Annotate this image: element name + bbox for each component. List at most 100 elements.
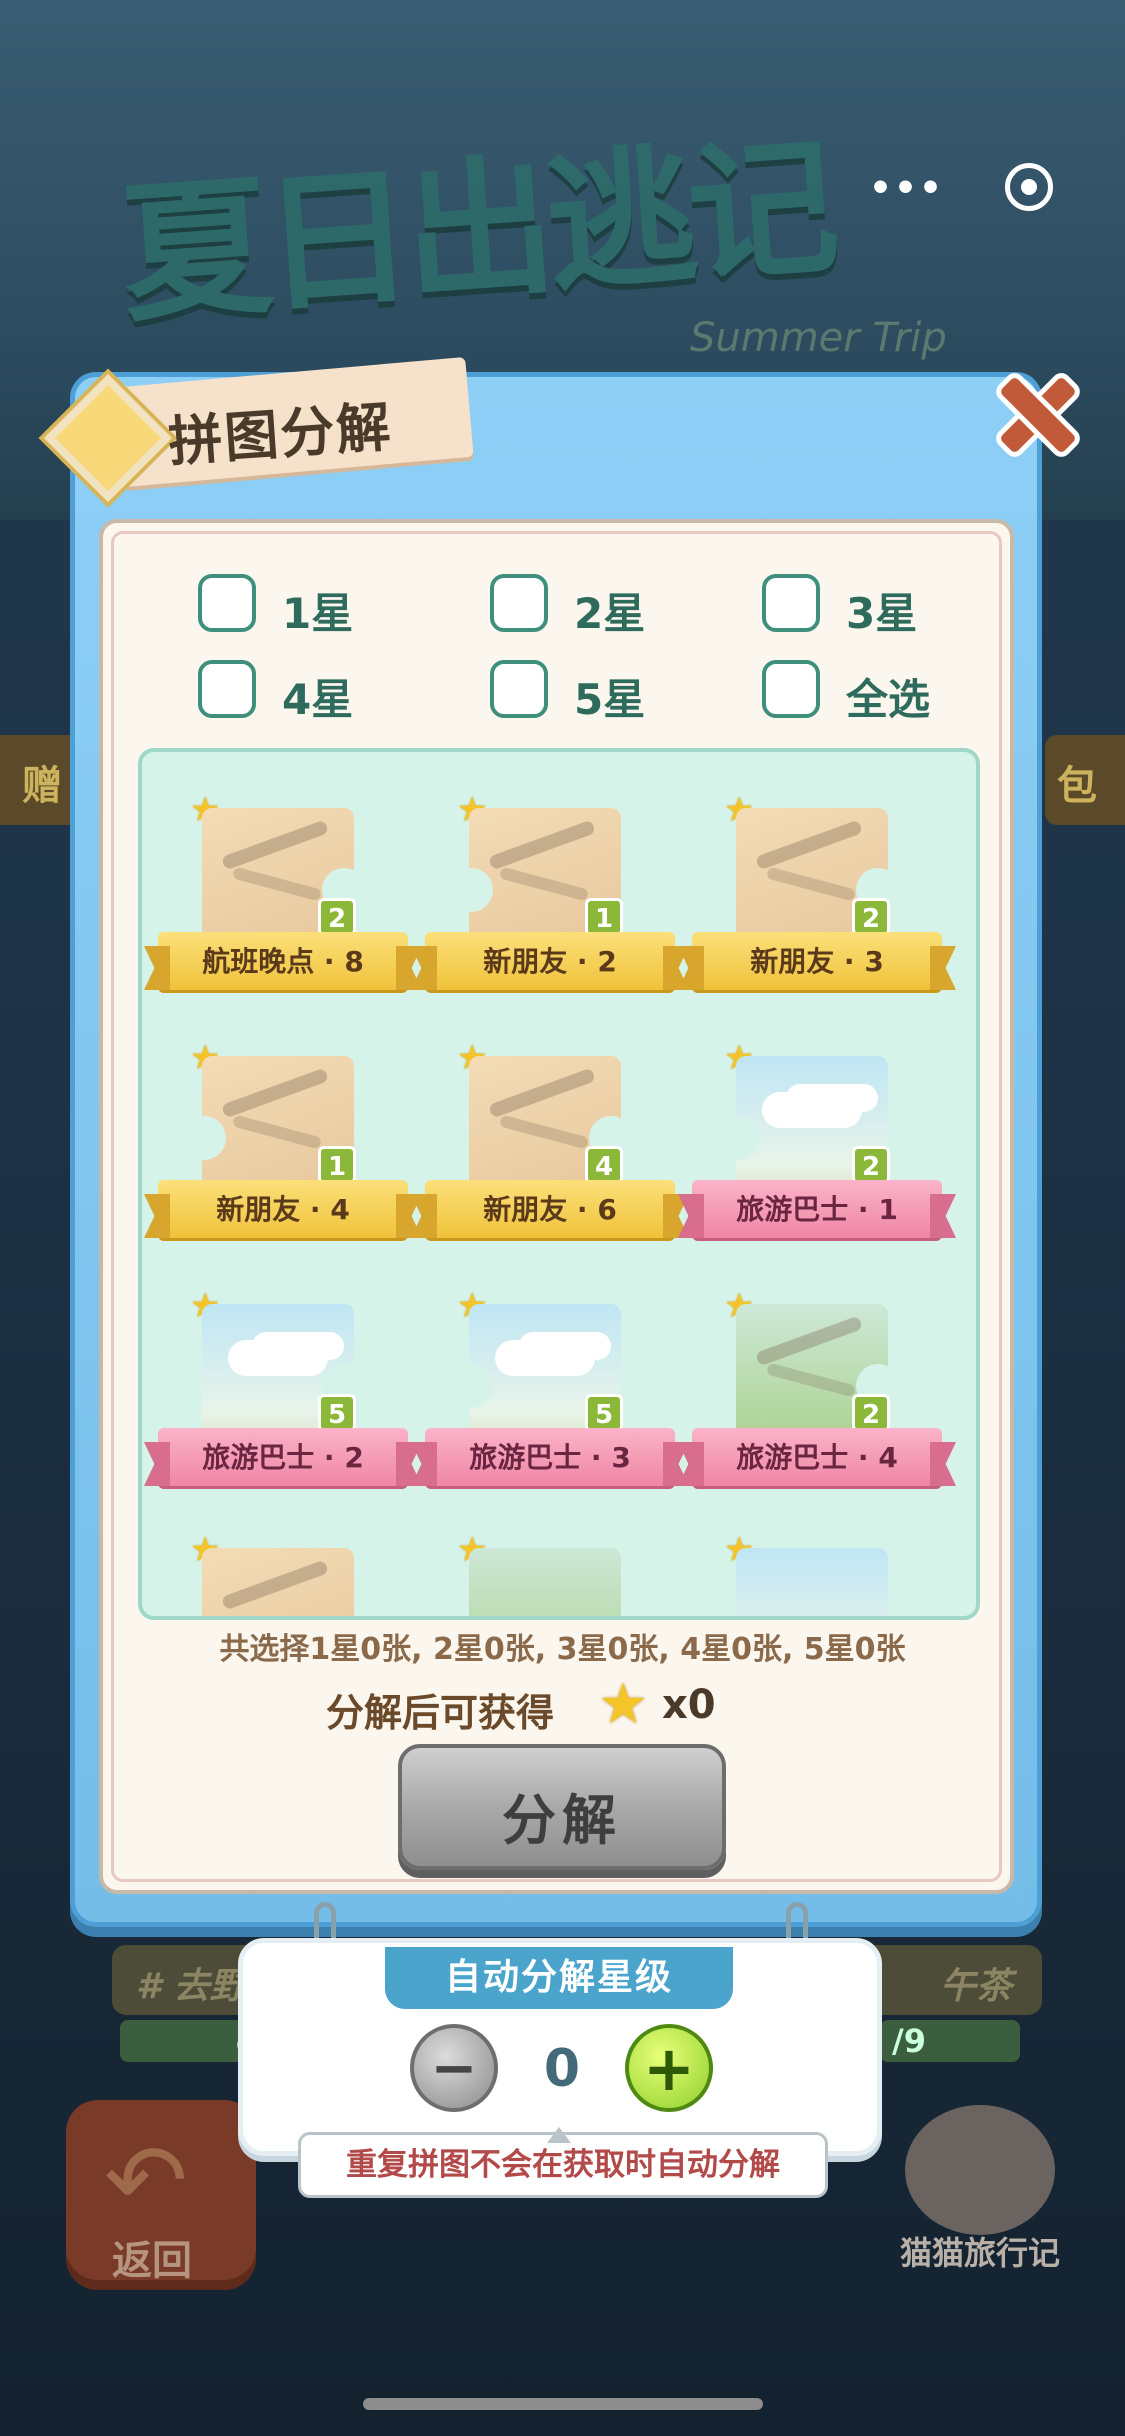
- filter-2-star[interactable]: 2星: [490, 574, 680, 638]
- piece-art-stroke: [231, 1114, 323, 1150]
- close-x-icon[interactable]: [982, 362, 1078, 458]
- plus-button[interactable]: +: [625, 2024, 713, 2112]
- auto-decompose-value: 0: [543, 2039, 581, 2099]
- piece-count-badge: 4: [585, 1146, 623, 1184]
- checkbox[interactable]: [490, 574, 548, 632]
- puzzle-card[interactable]: ★2新朋友 · 3: [684, 772, 950, 1022]
- piece-art-stroke: [220, 819, 330, 871]
- task-right-label: 午茶: [939, 1966, 1012, 2007]
- piece-notch: [202, 1116, 226, 1160]
- cloud-art: [495, 1340, 595, 1376]
- checkbox[interactable]: [490, 660, 548, 718]
- reward-count: x0: [662, 1682, 716, 1728]
- piece-name: 新朋友 · 4: [216, 1193, 350, 1226]
- puzzle-grid[interactable]: ★2航班晚点 · 8★1新朋友 · 2★2新朋友 · 3★1新朋友 · 4★4新…: [138, 748, 980, 1620]
- piece-art-stroke: [220, 1559, 330, 1611]
- piece-count-badge: 5: [585, 1394, 623, 1432]
- filter-select-all[interactable]: 全选: [762, 660, 962, 724]
- puzzle-card-partial[interactable]: ★: [417, 1512, 683, 1616]
- background-side-left-tab: 赠: [0, 735, 80, 825]
- task-left-label: # 去野: [136, 1966, 246, 2007]
- filter-label: 3星: [846, 589, 918, 638]
- puzzle-card[interactable]: ★2航班晚点 · 8: [150, 772, 416, 1022]
- puzzle-piece-image: [736, 1548, 888, 1616]
- piece-art-stroke: [765, 1362, 857, 1398]
- checkbox[interactable]: [198, 574, 256, 632]
- piece-notch: [469, 1364, 493, 1408]
- piece-count-badge: 2: [852, 898, 890, 936]
- puzzle-card[interactable]: ★4新朋友 · 6: [417, 1020, 683, 1270]
- back-label: 返回: [112, 2238, 192, 2284]
- puzzle-card[interactable]: ★2旅游巴士 · 1: [684, 1020, 950, 1270]
- side-left-label: 赠: [22, 763, 62, 809]
- piece-name-ribbon: 新朋友 · 6: [425, 1180, 675, 1238]
- piece-name-ribbon: 旅游巴士 · 2: [158, 1428, 408, 1486]
- filter-label: 5星: [574, 675, 646, 724]
- piece-count-badge: 2: [852, 1146, 890, 1184]
- piece-name: 旅游巴士 · 3: [469, 1441, 631, 1474]
- filter-label: 1星: [282, 589, 354, 638]
- decompose-button[interactable]: 分解: [398, 1744, 726, 1870]
- puzzle-card-partial[interactable]: ★: [150, 1512, 416, 1616]
- cat-travel-label: 猫猫旅行记: [900, 2234, 1061, 2272]
- puzzle-card[interactable]: ★2旅游巴士 · 4: [684, 1268, 950, 1518]
- piece-notch: [736, 1116, 760, 1160]
- checkbox[interactable]: [198, 660, 256, 718]
- puzzle-card[interactable]: ★5旅游巴士 · 3: [417, 1268, 683, 1518]
- filter-5-star[interactable]: 5星: [490, 660, 680, 724]
- filter-label: 4星: [282, 675, 354, 724]
- piece-count-badge: 2: [852, 1394, 890, 1432]
- target-icon[interactable]: [1005, 163, 1053, 211]
- piece-name: 新朋友 · 2: [483, 945, 617, 978]
- piece-name-ribbon: 新朋友 · 4: [158, 1180, 408, 1238]
- piece-art-stroke: [754, 819, 864, 871]
- piece-name-ribbon: 航班晚点 · 8: [158, 932, 408, 990]
- piece-name-ribbon: 新朋友 · 2: [425, 932, 675, 990]
- piece-art-stroke: [487, 1067, 597, 1119]
- piece-name: 旅游巴士 · 1: [736, 1193, 898, 1226]
- piece-count-badge: 5: [318, 1394, 356, 1432]
- game-subtitle-logo: Summer Trip: [690, 315, 947, 361]
- piece-art-stroke: [754, 1315, 864, 1367]
- piece-name-ribbon: 旅游巴士 · 3: [425, 1428, 675, 1486]
- piece-name: 旅游巴士 · 4: [736, 1441, 898, 1474]
- dialog-title-banner: 拼图分解: [44, 356, 474, 502]
- minus-icon: −: [430, 2036, 478, 2101]
- back-arrow-icon: ↶: [104, 2122, 188, 2239]
- checkbox[interactable]: [762, 660, 820, 718]
- puzzle-card[interactable]: ★1新朋友 · 2: [417, 772, 683, 1022]
- puzzle-card-partial[interactable]: ★: [684, 1512, 950, 1616]
- piece-art-stroke: [231, 866, 323, 902]
- filter-3-star[interactable]: 3星: [762, 574, 952, 638]
- piece-name-ribbon: 旅游巴士 · 4: [692, 1428, 942, 1486]
- piece-name-ribbon: 旅游巴士 · 1: [692, 1180, 942, 1238]
- piece-count-badge: 2: [318, 898, 356, 936]
- cloud-art: [228, 1340, 328, 1376]
- filter-label: 2星: [574, 589, 646, 638]
- selection-summary: 共选择1星0张, 2星0张, 3星0张, 4星0张, 5星0张: [219, 1632, 906, 1667]
- puzzle-piece-image: [202, 1548, 354, 1616]
- piece-name: 航班晚点 · 8: [202, 945, 364, 978]
- checkbox[interactable]: [762, 574, 820, 632]
- puzzle-card[interactable]: ★5旅游巴士 · 2: [150, 1268, 416, 1518]
- dialog-title: 拼图分解: [166, 395, 395, 474]
- filter-4-star[interactable]: 4星: [198, 660, 388, 724]
- auto-decompose-title: 自动分解星级: [385, 1947, 733, 2009]
- piece-name: 新朋友 · 6: [483, 1193, 617, 1226]
- background-back-button: ↶ 返回: [66, 2100, 256, 2290]
- decompose-button-label: 分解: [502, 1789, 622, 1852]
- piece-name: 旅游巴士 · 2: [202, 1441, 364, 1474]
- auto-decompose-tip: 重复拼图不会在获取时自动分解: [298, 2127, 828, 2198]
- piece-count-badge: 1: [318, 1146, 356, 1184]
- piece-name-ribbon: 新朋友 · 3: [692, 932, 942, 990]
- piece-art-stroke: [487, 819, 597, 871]
- puzzle-card[interactable]: ★1新朋友 · 4: [150, 1020, 416, 1270]
- minus-button[interactable]: −: [410, 2024, 498, 2112]
- filter-label: 全选: [846, 675, 931, 724]
- more-dots-icon[interactable]: •••: [869, 168, 944, 209]
- background-side-right-tab: 包: [1045, 735, 1125, 825]
- filter-1-star[interactable]: 1星: [198, 574, 388, 638]
- piece-count-badge: 1: [585, 898, 623, 936]
- home-indicator: [363, 2398, 763, 2410]
- reward-star-icon: ★: [598, 1672, 649, 1737]
